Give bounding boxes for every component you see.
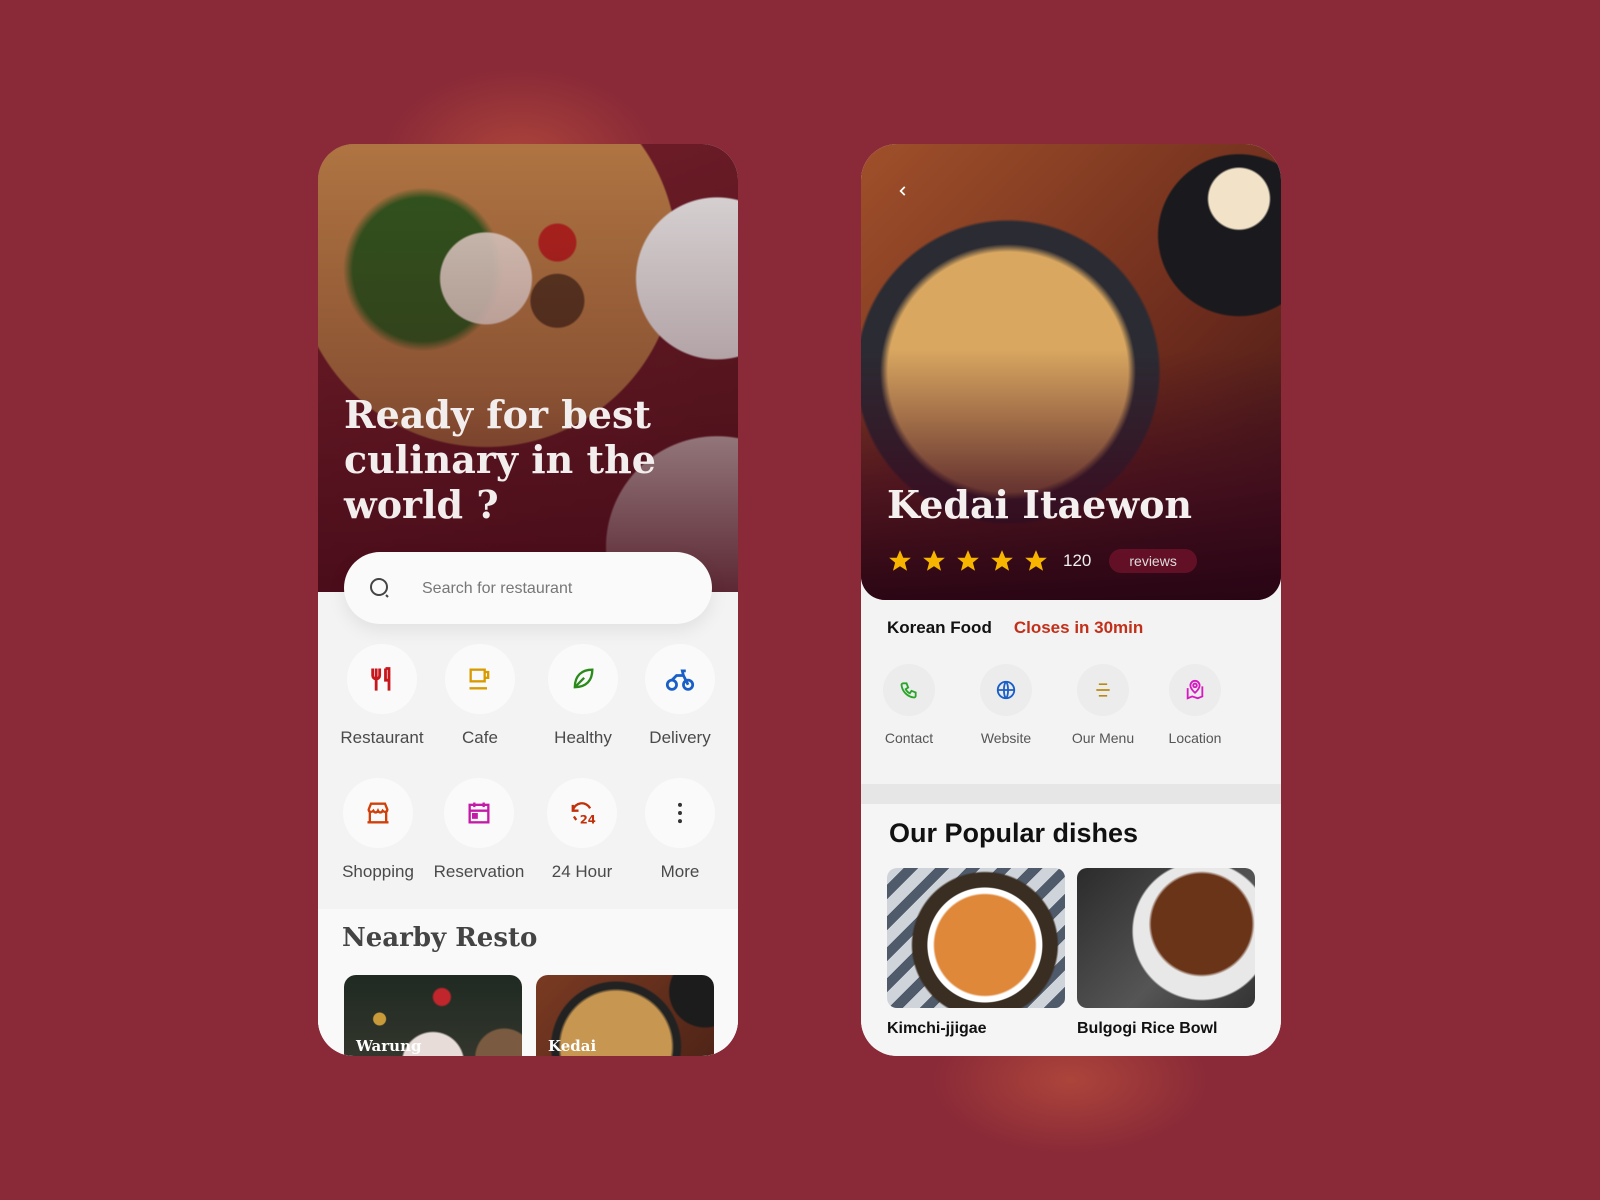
category-label: Restaurant	[340, 728, 424, 747]
category-restaurant[interactable]: Restaurant	[332, 644, 432, 748]
reviews-button[interactable]: reviews	[1109, 549, 1197, 573]
dish-card[interactable]: Kimchi-jjigae	[887, 868, 1065, 1038]
phone-icon	[900, 682, 917, 699]
search-icon	[370, 578, 389, 598]
back-button[interactable]	[891, 180, 915, 204]
restaurant-detail-screen: Kedai Itaewon 120 reviews Korean Food Cl…	[861, 144, 1281, 1056]
category-label: 24 Hour	[551, 862, 613, 881]
action-label: Our Menu	[1071, 730, 1135, 746]
fork-knife-icon	[371, 667, 391, 691]
svg-text:24: 24	[580, 812, 596, 826]
hero-title: Ready for best culinary in the world ?	[344, 392, 656, 527]
star-icon	[923, 550, 945, 571]
search-bar[interactable]	[344, 552, 712, 626]
rating-row: 120 reviews	[887, 548, 1197, 574]
info-row: Korean Food Closes in 30min	[887, 618, 1143, 638]
dish-card[interactable]: Bulgogi Rice Bowl	[1077, 868, 1255, 1038]
popular-dishes-section: Our Popular dishes Kimchi-jjigae Bulgogi…	[861, 804, 1281, 1056]
popular-title: Our Popular dishes	[889, 818, 1139, 848]
resto-name: Kedai	[548, 1037, 597, 1055]
review-count: 120	[1063, 551, 1092, 570]
dish-name: Bulgogi Rice Bowl	[1077, 1020, 1218, 1037]
category-label: Delivery	[649, 728, 711, 747]
coffee-cup-icon	[469, 668, 490, 690]
leaf-icon	[573, 668, 594, 689]
dish-name: Kimchi-jjigae	[887, 1020, 987, 1037]
nearby-resto-card[interactable]: Warung	[344, 975, 522, 1056]
action-label: Contact	[884, 730, 934, 746]
dish-image	[887, 868, 1065, 1008]
globe-icon	[996, 680, 1016, 700]
star-icon	[889, 550, 911, 571]
star-icon	[991, 550, 1013, 571]
action-label: Location	[1168, 730, 1222, 746]
search-input[interactable]	[420, 552, 694, 626]
calendar-icon	[468, 802, 490, 824]
store-icon	[367, 802, 389, 824]
category-healthy[interactable]: Healthy	[533, 644, 633, 748]
action-label: Website	[980, 730, 1032, 746]
website-button[interactable]: Website	[960, 664, 1052, 746]
category-cafe[interactable]: Cafe	[430, 644, 530, 748]
contact-button[interactable]: Contact	[863, 664, 955, 746]
restaurant-name: Kedai Itaewon	[887, 482, 1193, 527]
category-reservation[interactable]: Reservation	[429, 778, 529, 882]
map-pin-icon	[1186, 679, 1204, 700]
category-label: More	[660, 862, 700, 881]
category-shopping[interactable]: Shopping	[328, 778, 428, 882]
cuisine-type: Korean Food	[887, 618, 992, 637]
nearby-section: Nearby Resto Warung Kedai	[318, 909, 738, 1056]
nearby-resto-card[interactable]: Kedai	[536, 975, 714, 1056]
category-more[interactable]: More	[630, 778, 730, 882]
our-menu-button[interactable]: Our Menu	[1057, 664, 1149, 746]
restaurant-hero-image	[861, 144, 1281, 600]
category-label: Shopping	[342, 862, 414, 881]
category-24-hour[interactable]: 24 24 Hour	[532, 778, 632, 882]
closing-status: Closes in 30min	[1013, 618, 1144, 637]
menu-lines-icon	[1096, 683, 1110, 697]
home-screen: Ready for best culinary in the world ? R…	[318, 144, 738, 1056]
more-vertical-icon	[678, 802, 682, 824]
star-icon	[1025, 550, 1047, 571]
clock-24-icon: 24	[571, 802, 596, 826]
nearby-title: Nearby Resto	[342, 923, 538, 953]
resto-name: Warung	[356, 1037, 422, 1055]
category-label: Cafe	[462, 728, 498, 747]
category-label: Reservation	[433, 862, 525, 881]
motorbike-icon	[665, 669, 695, 691]
chevron-left-icon	[899, 186, 906, 196]
star-icon	[957, 550, 979, 571]
location-button[interactable]: Location	[1149, 664, 1241, 746]
category-delivery[interactable]: Delivery	[630, 644, 730, 748]
dish-image	[1077, 868, 1255, 1008]
category-label: Healthy	[554, 728, 612, 747]
section-divider	[861, 784, 1281, 804]
